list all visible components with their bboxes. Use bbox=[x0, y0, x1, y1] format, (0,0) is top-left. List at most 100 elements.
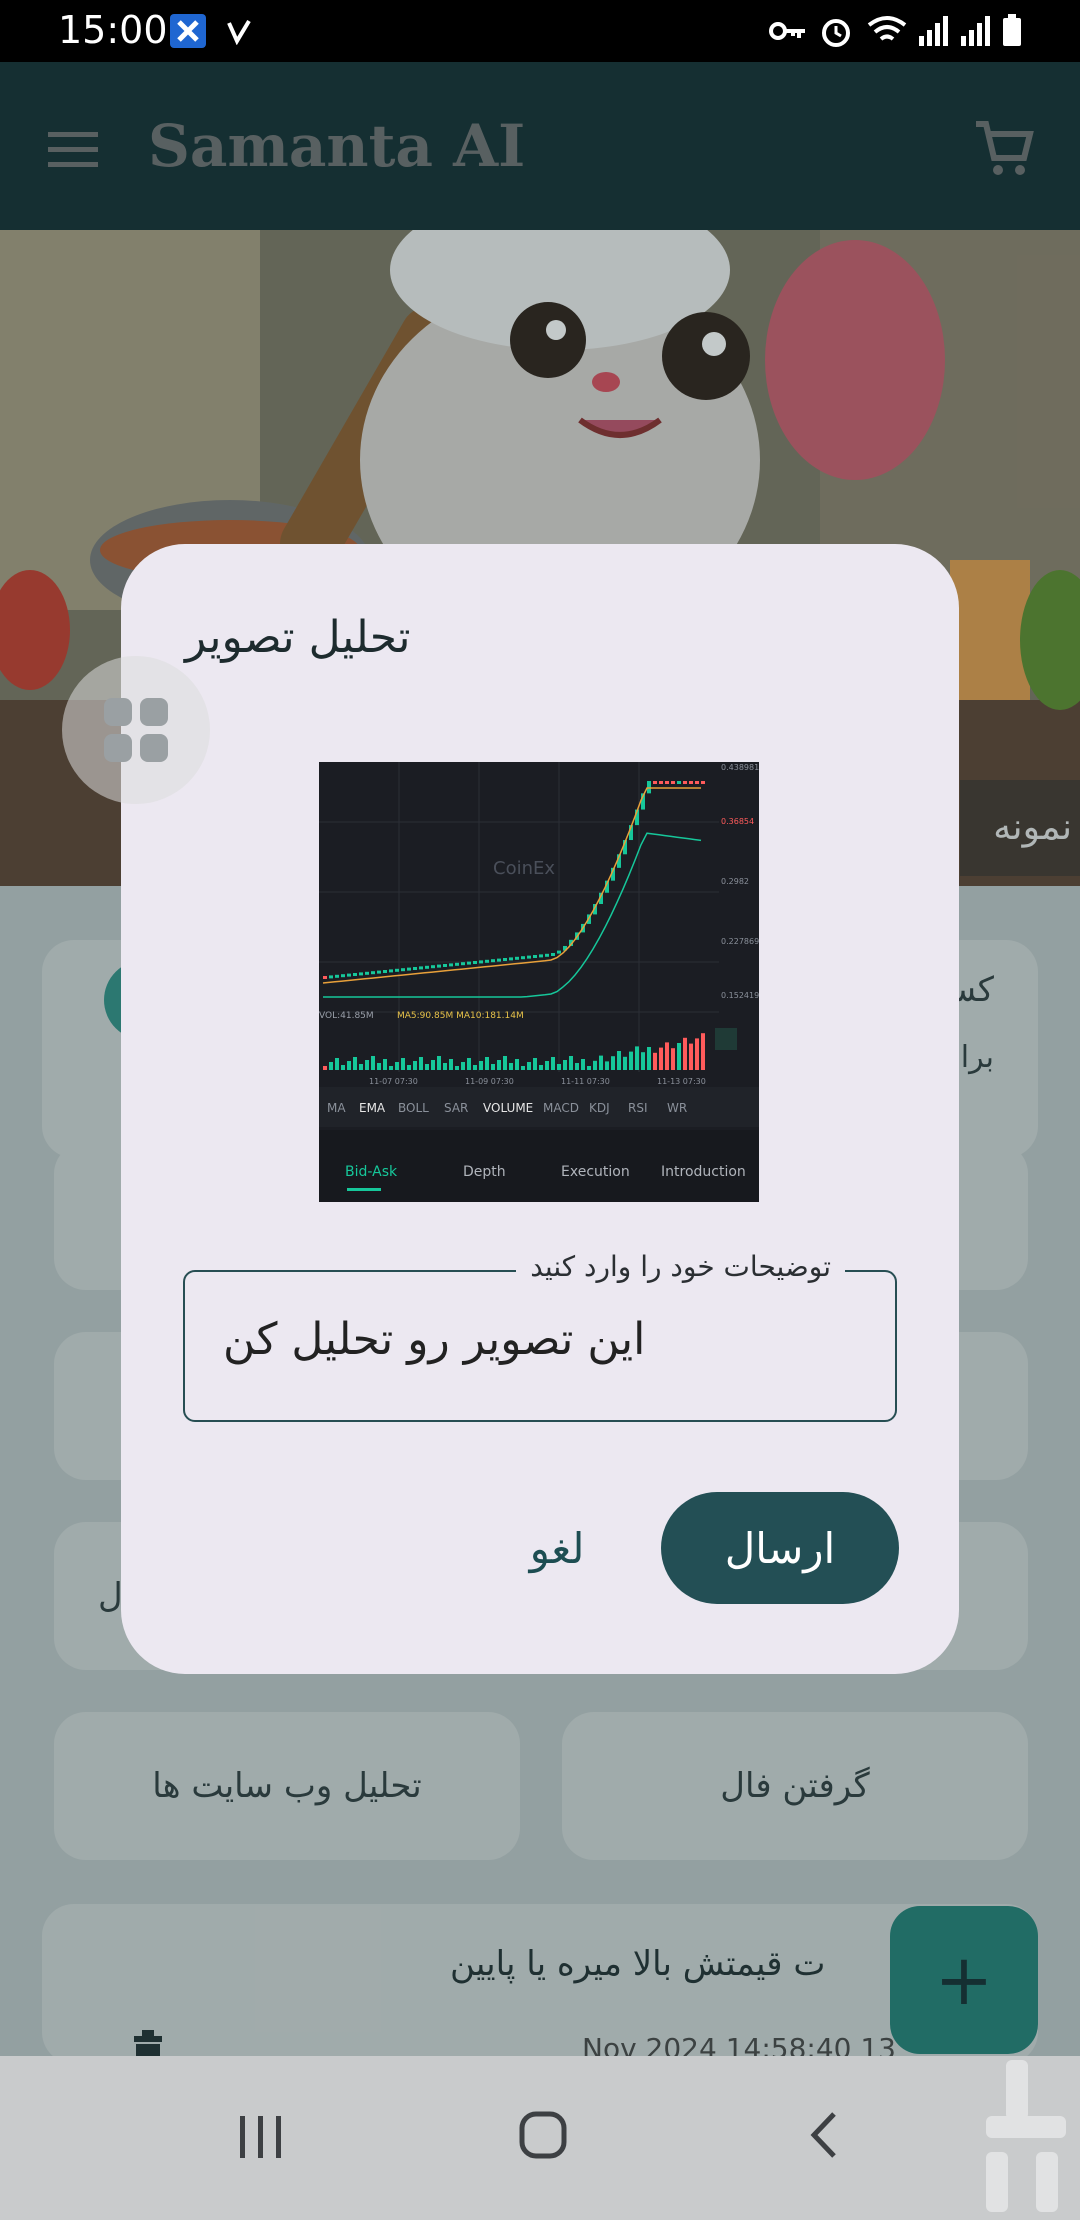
date-label: 11-09 07:30 bbox=[465, 1077, 514, 1086]
cancel-button[interactable]: لغو bbox=[517, 1516, 597, 1580]
volume-bar bbox=[611, 1056, 615, 1070]
indicator-tab[interactable]: WR bbox=[667, 1101, 687, 1115]
volume-bar bbox=[695, 1038, 699, 1070]
volume-bar bbox=[563, 1060, 567, 1070]
detail-tab[interactable]: Introduction bbox=[661, 1164, 746, 1180]
vol-label: VOL:41.85M bbox=[319, 1011, 374, 1021]
volume-bar bbox=[527, 1062, 531, 1070]
candle bbox=[545, 953, 549, 957]
volume-bar bbox=[449, 1059, 453, 1070]
send-button[interactable]: ارسال bbox=[661, 1492, 899, 1604]
candle bbox=[401, 968, 405, 972]
candle bbox=[437, 964, 441, 968]
date-label: 11-11 07:30 bbox=[561, 1077, 610, 1086]
candle bbox=[653, 781, 657, 784]
candle bbox=[455, 962, 459, 966]
indicator-tab[interactable]: SAR bbox=[444, 1101, 468, 1115]
date-label: 11-13 07:30 bbox=[657, 1077, 706, 1086]
volume-bar bbox=[485, 1057, 489, 1070]
status-bar: 15:00 bbox=[0, 0, 1080, 62]
volume-bar bbox=[689, 1043, 693, 1070]
price-label: 0.2982 bbox=[721, 877, 749, 886]
volume-bar bbox=[599, 1055, 603, 1070]
description-field[interactable]: توضیحات خود را وارد کنید این تصویر رو تح… bbox=[183, 1250, 897, 1422]
chart-thumbnail: CoinEx VOL:41.85M MA5:90.85M MA10:181.14… bbox=[319, 762, 759, 1202]
home-icon[interactable] bbox=[518, 2110, 568, 2160]
volume-bar bbox=[683, 1037, 687, 1070]
recent-apps-icon[interactable] bbox=[236, 2114, 286, 2160]
candle bbox=[509, 957, 513, 961]
volume-bar bbox=[575, 1063, 579, 1070]
volume-bar bbox=[593, 1060, 597, 1070]
candle bbox=[503, 958, 507, 961]
indicator-tab[interactable]: EMA bbox=[359, 1101, 386, 1115]
candle bbox=[425, 965, 429, 969]
candle bbox=[659, 781, 663, 784]
volume-bar bbox=[539, 1065, 543, 1070]
volume-bar bbox=[659, 1047, 663, 1070]
volume-bar bbox=[401, 1058, 405, 1070]
volume-bar bbox=[503, 1056, 507, 1070]
volume-bar bbox=[569, 1056, 573, 1070]
volume-bar bbox=[461, 1062, 465, 1070]
navigation-bar bbox=[0, 2056, 1080, 2220]
wifi-icon bbox=[866, 14, 908, 48]
dialog-title: تحلیل تصویر bbox=[185, 612, 411, 663]
detail-tab[interactable]: Execution bbox=[561, 1164, 630, 1180]
send-label: ارسال bbox=[724, 1523, 836, 1573]
ma-indicators: MA5:90.85M MA10:181.14M bbox=[397, 1011, 524, 1021]
volume-bar bbox=[491, 1064, 495, 1070]
indicator-tab[interactable]: MA bbox=[327, 1101, 346, 1115]
price-label: 0.227869 bbox=[721, 937, 759, 946]
volume-bar bbox=[347, 1061, 351, 1070]
candle bbox=[461, 962, 465, 966]
volume-bar bbox=[335, 1058, 339, 1070]
volume-bar bbox=[365, 1060, 369, 1070]
volume-bar bbox=[395, 1062, 399, 1070]
candle bbox=[329, 975, 333, 979]
description-input[interactable]: این تصویر رو تحلیل کن bbox=[223, 1314, 645, 1365]
volume-bar bbox=[455, 1066, 459, 1070]
candle bbox=[695, 781, 699, 784]
watermark-logo bbox=[976, 2056, 1072, 2216]
volume-bar bbox=[353, 1057, 357, 1070]
grid-icon bbox=[102, 696, 170, 764]
candle bbox=[467, 961, 471, 965]
price-label: 0.152419 bbox=[721, 991, 759, 1000]
volume-bar bbox=[419, 1057, 423, 1070]
candle bbox=[335, 974, 339, 978]
candle bbox=[377, 970, 381, 974]
volume-bar bbox=[329, 1062, 333, 1070]
detail-tab[interactable]: Depth bbox=[463, 1164, 506, 1180]
candle bbox=[521, 956, 525, 960]
volume-bar bbox=[473, 1065, 477, 1070]
candle bbox=[371, 971, 375, 975]
indicator-tab[interactable]: VOLUME bbox=[483, 1101, 533, 1115]
candle bbox=[383, 970, 387, 973]
floating-overlay-button[interactable] bbox=[62, 656, 210, 804]
candle bbox=[479, 960, 483, 964]
image-preview: CoinEx VOL:41.85M MA5:90.85M MA10:181.14… bbox=[319, 762, 759, 1202]
candle bbox=[347, 973, 351, 977]
candle bbox=[683, 781, 687, 784]
candle bbox=[491, 959, 495, 963]
chart-watermark: CoinEx bbox=[493, 858, 555, 879]
candle bbox=[701, 781, 705, 784]
detail-tab[interactable]: Bid-Ask bbox=[345, 1164, 398, 1180]
indicator-tab[interactable]: BOLL bbox=[398, 1101, 429, 1115]
indicator-tab[interactable]: MACD bbox=[543, 1101, 579, 1115]
v-app-icon bbox=[224, 14, 254, 48]
volume-bar bbox=[581, 1059, 585, 1070]
volume-bar bbox=[479, 1061, 483, 1070]
indicator-tab[interactable]: KDJ bbox=[589, 1101, 610, 1115]
indicator-tab[interactable]: RSI bbox=[628, 1101, 648, 1115]
volume-bar bbox=[587, 1066, 591, 1070]
volume-bar bbox=[425, 1064, 429, 1070]
back-icon[interactable] bbox=[808, 2110, 838, 2160]
volume-bar bbox=[551, 1057, 555, 1070]
volume-bar bbox=[377, 1063, 381, 1070]
candle bbox=[539, 954, 543, 958]
volume-bar bbox=[431, 1060, 435, 1070]
volume-bar bbox=[383, 1059, 387, 1070]
alarm-icon bbox=[818, 14, 854, 48]
